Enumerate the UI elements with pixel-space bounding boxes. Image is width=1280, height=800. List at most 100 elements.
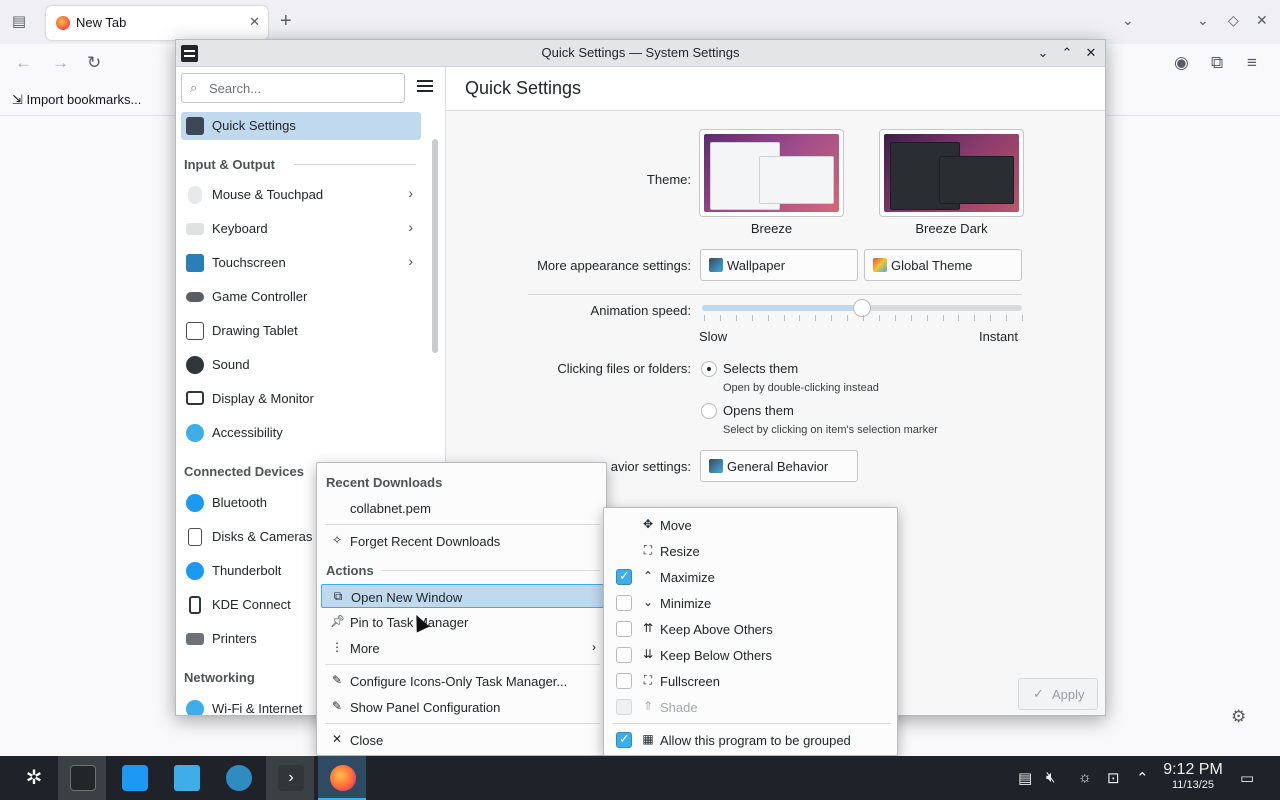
forward-icon[interactable]: → xyxy=(52,53,69,73)
account-icon[interactable]: ◉ xyxy=(1174,53,1189,73)
submenu-item-resize[interactable]: ⛶ Resize xyxy=(608,538,895,564)
submenu-item-minimize[interactable]: ⌄ Minimize xyxy=(608,590,895,616)
global-theme-button[interactable]: Global Theme xyxy=(864,249,1022,281)
menu-item-pin-to-task-manager[interactable]: 📌︎ Pin to Task Manager xyxy=(321,610,604,634)
submenu-item-label: Fullscreen xyxy=(660,674,720,689)
window-minimize-icon[interactable]: ⌄ xyxy=(1197,12,1209,29)
tray-expand-icon[interactable]: ⌃ xyxy=(1136,769,1149,787)
search-input[interactable]: ⌕ Search... xyxy=(181,73,405,103)
menu-item-more[interactable]: ⋮ More › xyxy=(321,636,604,660)
sidebar-item-sound[interactable]: Sound xyxy=(181,351,421,379)
submenu-item-fullscreen[interactable]: ⛶ Fullscreen xyxy=(608,668,895,694)
apply-button[interactable]: ✓ Apply xyxy=(1018,678,1098,710)
submenu-item-allow-grouped[interactable]: ▦ Allow this program to be grouped xyxy=(608,727,895,753)
sidebar-item-touchscreen[interactable]: Touchscreen › xyxy=(181,249,421,277)
fullscreen-checkbox[interactable] xyxy=(616,673,632,689)
menu-separator xyxy=(325,524,600,525)
radio-opens-them[interactable] xyxy=(701,403,717,419)
menu-item-forget-downloads[interactable]: ✧ Forget Recent Downloads xyxy=(321,529,604,553)
list-all-tabs-icon[interactable]: ⌄ xyxy=(1122,12,1134,29)
slider-tick xyxy=(847,315,849,321)
menu-item-show-panel-configuration[interactable]: ✎ Show Panel Configuration xyxy=(321,695,604,719)
taskbar-discover[interactable] xyxy=(110,756,158,800)
submenu-item-keep-below[interactable]: ⇊ Keep Below Others xyxy=(608,642,895,668)
monitor-icon xyxy=(186,391,204,405)
tab-close-icon[interactable]: ✕ xyxy=(249,14,260,30)
reload-icon[interactable]: ↻ xyxy=(87,53,101,73)
network-icon[interactable]: ⊡ xyxy=(1107,769,1120,787)
taskbar-konsole[interactable]: › xyxy=(266,756,314,800)
gear-icon xyxy=(226,765,252,791)
theme-card-breeze-dark[interactable] xyxy=(879,129,1024,217)
group-icon: ▦ xyxy=(642,732,654,746)
taskbar-panel: ✲ › ▤ 🔇︎ ☼ ⊡ ⌃ 9:12 PM 11/13/25 ▭ xyxy=(0,756,1280,800)
keep-below-icon: ⇊ xyxy=(642,647,654,661)
submenu-item-move[interactable]: ✥ Move xyxy=(608,512,895,538)
maximize-checkbox[interactable] xyxy=(616,568,632,585)
keep-below-checkbox[interactable] xyxy=(616,647,632,663)
sidebar-item-game-controller[interactable]: Game Controller xyxy=(181,283,421,311)
edit-icon: ✎ xyxy=(331,699,343,713)
slider-ticks xyxy=(704,315,1023,321)
menu-item-close[interactable]: ✕ Close xyxy=(321,728,604,752)
clock-date: 11/13/25 xyxy=(1171,779,1214,791)
taskbar-system-settings[interactable] xyxy=(58,756,106,800)
sidebar-item-drawing-tablet[interactable]: Drawing Tablet xyxy=(181,317,421,345)
slider-tick xyxy=(719,315,721,321)
apply-check-icon: ✓ xyxy=(1033,686,1044,701)
sidebar-item-mouse-touchpad[interactable]: Mouse & Touchpad › xyxy=(181,181,421,209)
sidebar-item-quick-settings[interactable]: Quick Settings xyxy=(181,112,421,140)
slider-tick xyxy=(1022,315,1023,321)
sidebar-scrollbar[interactable] xyxy=(432,139,438,353)
taskbar-settings[interactable] xyxy=(214,756,262,800)
app-menu-icon[interactable]: ≡ xyxy=(1247,53,1257,73)
animation-speed-slider[interactable] xyxy=(702,299,1022,317)
speaker-icon xyxy=(186,356,204,374)
maximize-window-icon[interactable]: ⌃ xyxy=(1058,44,1076,62)
menu-item-label: collabnet.pem xyxy=(350,501,431,516)
sidebar-item-label: Thunderbolt xyxy=(212,563,282,578)
sidebar-item-accessibility[interactable]: Accessibility xyxy=(181,419,421,447)
minimize-checkbox[interactable] xyxy=(616,595,632,611)
menu-item-configure-task-manager[interactable]: ✎ Configure Icons-Only Task Manager... xyxy=(321,669,604,693)
mouse-icon xyxy=(188,186,202,204)
main-header: Quick Settings xyxy=(446,67,1105,111)
menu-item-open-new-window[interactable]: ⧉ Open New Window xyxy=(321,584,604,608)
sidebar-item-keyboard[interactable]: Keyboard › xyxy=(181,215,421,243)
clipboard-icon[interactable]: ▤ xyxy=(1018,769,1032,787)
minimize-window-icon[interactable]: ⌄ xyxy=(1034,44,1052,62)
extensions-icon[interactable]: ⧉ xyxy=(1211,53,1223,73)
keep-above-checkbox[interactable] xyxy=(616,621,632,637)
theme-card-breeze[interactable] xyxy=(699,129,844,217)
menu-item-recent-file[interactable]: collabnet.pem xyxy=(321,496,604,520)
browser-tab[interactable]: New Tab ✕ xyxy=(46,6,268,40)
slider-tick xyxy=(878,315,880,321)
taskbar-firefox[interactable] xyxy=(318,756,366,800)
back-icon[interactable]: ← xyxy=(15,53,32,73)
window-restore-icon[interactable]: ◇ xyxy=(1228,12,1239,29)
brightness-icon[interactable]: ☼ xyxy=(1078,769,1092,786)
page-settings-gear-icon[interactable]: ⚙ xyxy=(1231,707,1246,727)
taskbar-dolphin[interactable] xyxy=(162,756,210,800)
submenu-item-maximize[interactable]: ⌃ Maximize xyxy=(608,564,895,590)
phone-icon xyxy=(189,596,201,614)
submenu-item-keep-above[interactable]: ⇈ Keep Above Others xyxy=(608,616,895,642)
submenu-item-shade: ⇑ Shade xyxy=(608,694,895,720)
volume-muted-icon[interactable]: 🔇︎ xyxy=(1046,769,1055,786)
import-bookmarks-link[interactable]: ⇲ Import bookmarks... xyxy=(12,92,141,108)
more-appearance-label: More appearance settings: xyxy=(537,258,691,273)
window-close-icon[interactable]: ✕ xyxy=(1256,12,1268,29)
show-desktop-icon[interactable]: ▭ xyxy=(1240,769,1254,787)
radio-selects-them[interactable] xyxy=(701,361,717,377)
tab-list-icon[interactable]: ▤ xyxy=(8,12,30,34)
hamburger-menu-icon[interactable] xyxy=(415,77,435,97)
general-behavior-button[interactable]: General Behavior xyxy=(700,450,858,482)
new-tab-button[interactable]: + xyxy=(280,10,292,33)
close-window-icon[interactable]: ✕ xyxy=(1082,44,1100,62)
application-launcher-button[interactable]: ✲ xyxy=(10,756,58,800)
sidebar-item-display-monitor[interactable]: Display & Monitor xyxy=(181,385,421,413)
slider-tick xyxy=(799,315,801,321)
wallpaper-button[interactable]: Wallpaper xyxy=(700,249,858,281)
digital-clock[interactable]: 9:12 PM 11/13/25 xyxy=(1160,761,1226,791)
allow-grouped-checkbox[interactable] xyxy=(616,731,632,748)
